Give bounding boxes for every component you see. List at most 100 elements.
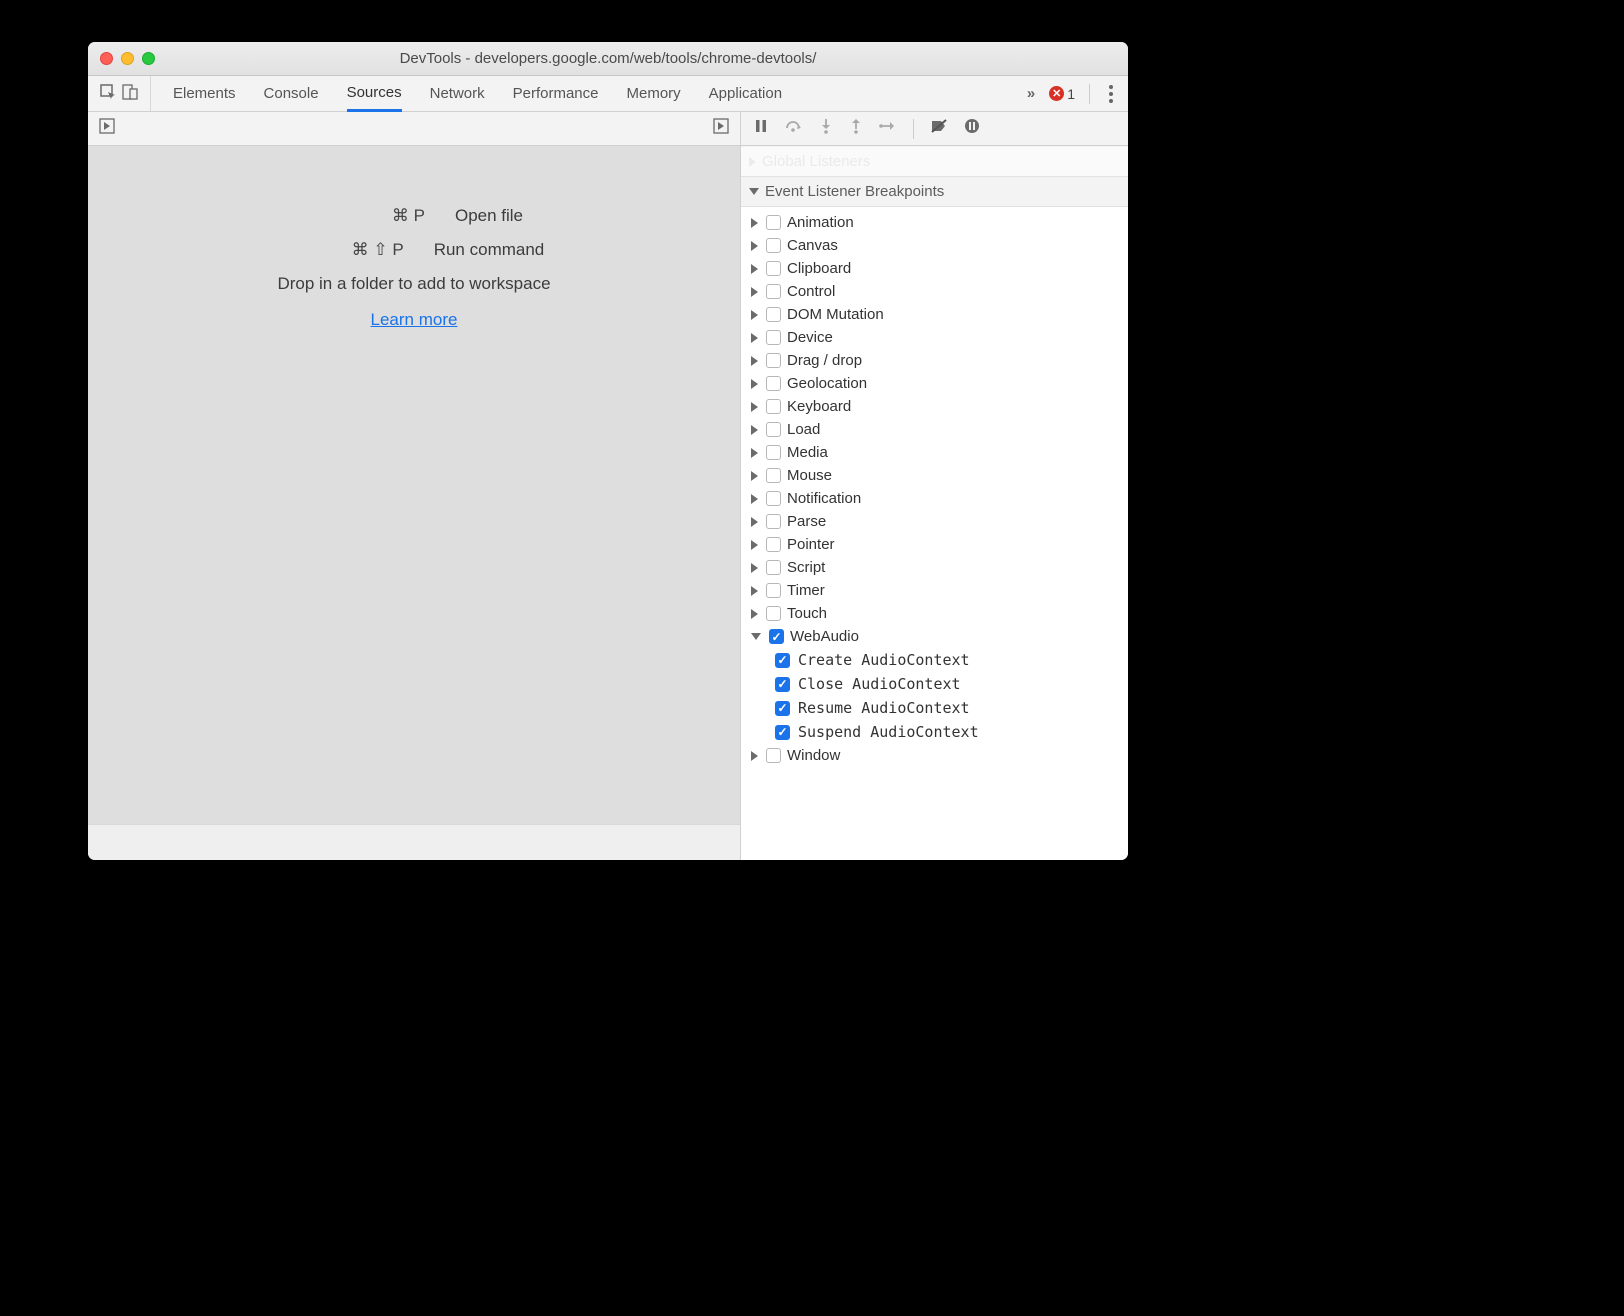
tab-sources[interactable]: Sources	[347, 77, 402, 112]
event-category[interactable]: DOM Mutation	[741, 303, 1128, 326]
chevron-right-icon	[751, 402, 758, 412]
panel-tabs: Elements Console Sources Network Perform…	[151, 76, 1027, 111]
category-checkbox[interactable]	[766, 445, 781, 460]
event-subitem[interactable]: Suspend AudioContext	[775, 720, 1128, 744]
learn-more-link[interactable]: Learn more	[371, 310, 458, 329]
chevron-down-icon	[749, 188, 759, 195]
section-global-listeners[interactable]: Global Listeners	[741, 146, 1128, 176]
category-checkbox[interactable]	[766, 376, 781, 391]
event-category[interactable]: Timer	[741, 579, 1128, 602]
chevron-right-icon	[751, 609, 758, 619]
event-category[interactable]: Keyboard	[741, 395, 1128, 418]
category-label: Media	[787, 444, 828, 461]
pause-on-exceptions-icon[interactable]	[964, 118, 980, 139]
subitem-checkbox[interactable]	[775, 677, 790, 692]
tab-application[interactable]: Application	[709, 76, 782, 111]
event-category-list: AnimationCanvasClipboardControlDOM Mutat…	[741, 207, 1128, 771]
category-checkbox[interactable]	[766, 514, 781, 529]
category-label: WebAudio	[790, 628, 859, 645]
category-checkbox[interactable]	[766, 284, 781, 299]
event-category[interactable]: Animation	[741, 211, 1128, 234]
tab-performance[interactable]: Performance	[513, 76, 599, 111]
chevron-right-icon	[751, 218, 758, 228]
category-checkbox[interactable]	[766, 748, 781, 763]
category-checkbox[interactable]	[766, 606, 781, 621]
event-category[interactable]: Parse	[741, 510, 1128, 533]
event-category[interactable]: Window	[741, 744, 1128, 767]
tab-console[interactable]: Console	[264, 76, 319, 111]
step-over-icon[interactable]	[785, 118, 803, 139]
event-category[interactable]: Clipboard	[741, 257, 1128, 280]
event-subitem[interactable]: Create AudioContext	[775, 648, 1128, 672]
category-label: Keyboard	[787, 398, 851, 415]
event-subitems: Create AudioContextClose AudioContextRes…	[741, 648, 1128, 744]
chevron-right-icon	[751, 287, 758, 297]
category-checkbox[interactable]	[769, 629, 784, 644]
device-toolbar-icon[interactable]	[120, 82, 140, 106]
devtools-window: DevTools - developers.google.com/web/too…	[88, 42, 1128, 860]
more-menu-icon[interactable]	[1104, 85, 1114, 103]
category-label: Script	[787, 559, 825, 576]
subitem-label: Suspend AudioContext	[798, 723, 979, 741]
window-minimize-button[interactable]	[121, 52, 134, 65]
deactivate-breakpoints-icon[interactable]	[930, 118, 948, 139]
category-checkbox[interactable]	[766, 537, 781, 552]
event-category[interactable]: Device	[741, 326, 1128, 349]
subitem-checkbox[interactable]	[775, 725, 790, 740]
error-badge[interactable]: ✕ 1	[1049, 86, 1075, 102]
event-category[interactable]: Mouse	[741, 464, 1128, 487]
event-category[interactable]: Load	[741, 418, 1128, 441]
step-icon[interactable]	[879, 118, 897, 139]
event-category[interactable]: Canvas	[741, 234, 1128, 257]
category-checkbox[interactable]	[766, 238, 781, 253]
event-category[interactable]: Touch	[741, 602, 1128, 625]
event-category[interactable]: Geolocation	[741, 372, 1128, 395]
category-checkbox[interactable]	[766, 468, 781, 483]
category-checkbox[interactable]	[766, 560, 781, 575]
overflow-icon[interactable]: »	[1027, 85, 1035, 102]
inspect-element-icon[interactable]	[98, 82, 118, 106]
error-icon: ✕	[1049, 86, 1064, 101]
window-close-button[interactable]	[100, 52, 113, 65]
sidebar-scroll[interactable]: Global Listeners Event Listener Breakpoi…	[741, 146, 1128, 860]
step-out-icon[interactable]	[849, 118, 863, 139]
show-navigator-icon[interactable]	[98, 117, 116, 140]
tab-elements[interactable]: Elements	[173, 76, 236, 111]
category-label: Pointer	[787, 536, 835, 553]
pause-icon[interactable]	[753, 118, 769, 139]
category-checkbox[interactable]	[766, 422, 781, 437]
subitem-checkbox[interactable]	[775, 701, 790, 716]
category-checkbox[interactable]	[766, 491, 781, 506]
category-label: Touch	[787, 605, 827, 622]
category-checkbox[interactable]	[766, 307, 781, 322]
category-checkbox[interactable]	[766, 353, 781, 368]
titlebar: DevTools - developers.google.com/web/too…	[88, 42, 1128, 76]
window-maximize-button[interactable]	[142, 52, 155, 65]
event-subitem[interactable]: Resume AudioContext	[775, 696, 1128, 720]
tab-memory[interactable]: Memory	[627, 76, 681, 111]
chevron-right-icon	[751, 586, 758, 596]
tab-network[interactable]: Network	[430, 76, 485, 111]
section-event-listener-breakpoints[interactable]: Event Listener Breakpoints	[741, 176, 1128, 207]
event-category[interactable]: Script	[741, 556, 1128, 579]
event-category[interactable]: Media	[741, 441, 1128, 464]
debugger-sidebar: Global Listeners Event Listener Breakpoi…	[740, 112, 1128, 860]
event-category[interactable]: WebAudio	[741, 625, 1128, 648]
event-category[interactable]: Drag / drop	[741, 349, 1128, 372]
show-debugger-icon[interactable]	[712, 117, 730, 140]
section-label: Event Listener Breakpoints	[765, 183, 944, 200]
category-checkbox[interactable]	[766, 215, 781, 230]
category-label: Geolocation	[787, 375, 867, 392]
event-subitem[interactable]: Close AudioContext	[775, 672, 1128, 696]
step-into-icon[interactable]	[819, 118, 833, 139]
category-checkbox[interactable]	[766, 399, 781, 414]
category-checkbox[interactable]	[766, 583, 781, 598]
event-category[interactable]: Pointer	[741, 533, 1128, 556]
event-category[interactable]: Control	[741, 280, 1128, 303]
event-category[interactable]: Notification	[741, 487, 1128, 510]
subitem-checkbox[interactable]	[775, 653, 790, 668]
sources-empty-pane[interactable]: ⌘ P Open file ⌘ ⇧ P Run command Drop in …	[88, 146, 740, 824]
category-checkbox[interactable]	[766, 261, 781, 276]
chevron-right-icon	[751, 310, 758, 320]
category-checkbox[interactable]	[766, 330, 781, 345]
